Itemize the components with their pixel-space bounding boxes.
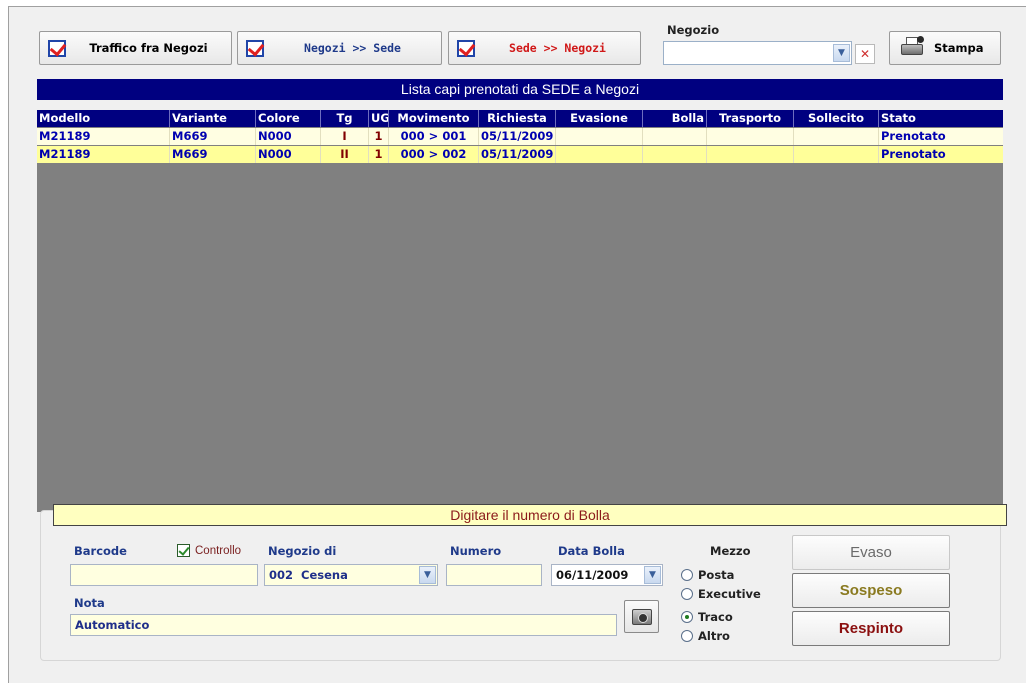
cell-ug: 1	[369, 128, 389, 145]
cell-colore: N000	[256, 128, 321, 145]
radio-icon	[681, 569, 693, 581]
cell-colore: N000	[256, 146, 321, 163]
data-bolla-value: 06/11/2009	[556, 568, 629, 582]
chevron-down-icon[interactable]: ▼	[833, 44, 850, 62]
cell-tg: II	[321, 146, 369, 163]
column-header-trasporto[interactable]: Trasporto	[707, 110, 794, 127]
cell-richiesta: 05/11/2009	[479, 128, 556, 145]
data-bolla-label: Data Bolla	[558, 544, 625, 558]
cell-movimento: 000 > 002	[389, 146, 479, 163]
list-title: Lista capi prenotati da SEDE a Negozi	[37, 79, 1003, 100]
radio-selected-icon	[681, 611, 693, 623]
column-header-movimento[interactable]: Movimento	[389, 110, 479, 127]
grid-header: Modello Variante Colore Tg UG Movimento …	[37, 110, 1003, 127]
print-button[interactable]: Stampa	[889, 31, 1001, 65]
table-row[interactable]: M21189 M669 N000 II 1 000 > 002 05/11/20…	[37, 146, 1003, 163]
barcode-input[interactable]	[70, 564, 258, 586]
store-filter-select[interactable]: ▼	[663, 41, 852, 65]
numero-label: Numero	[450, 544, 502, 558]
store-filter-label: Negozio	[667, 23, 720, 37]
cell-modello: M21189	[37, 146, 170, 163]
mezzo-radio-altro[interactable]: Altro	[681, 629, 730, 643]
stores-to-hq-label: Negozi >> Sede	[304, 41, 401, 55]
column-header-variante[interactable]: Variante	[170, 110, 256, 127]
column-header-ug[interactable]: UG	[369, 110, 389, 127]
cell-sollecito	[794, 146, 879, 163]
cell-stato: Prenotato	[881, 129, 946, 143]
mezzo-option-label: Altro	[698, 629, 730, 643]
close-icon: ✕	[859, 47, 871, 61]
controllo-checkbox[interactable]: Controllo	[177, 544, 241, 557]
traffic-between-stores-button[interactable]: Traffico fra Negozi	[39, 31, 232, 65]
barcode-label: Barcode	[74, 544, 127, 558]
mezzo-label: Mezzo	[710, 544, 751, 558]
negozio-di-select[interactable]: 002 Cesena ▼	[264, 564, 438, 586]
checkbox-checked-icon	[177, 544, 190, 557]
chevron-down-icon[interactable]: ▼	[644, 566, 661, 584]
cell-movimento: 000 > 001	[389, 128, 479, 145]
radio-icon	[681, 630, 693, 642]
check-icon	[246, 39, 264, 57]
cell-bolla	[643, 128, 707, 145]
camera-button[interactable]	[624, 600, 659, 633]
column-header-richiesta[interactable]: Richiesta	[479, 110, 556, 127]
mezzo-radio-traco[interactable]: Traco	[681, 610, 733, 624]
cell-trasporto	[707, 128, 794, 145]
cell-variante: M669	[170, 128, 256, 145]
camera-icon	[631, 608, 652, 625]
data-bolla-picker[interactable]: 06/11/2009 ▼	[551, 564, 663, 586]
cell-modello: M21189	[37, 128, 170, 145]
cell-evasione	[556, 146, 643, 163]
cell-tg: I	[321, 128, 369, 145]
cell-sollecito	[794, 128, 879, 145]
reservations-grid[interactable]: Modello Variante Colore Tg UG Movimento …	[37, 110, 1003, 512]
cell-richiesta: 05/11/2009	[479, 146, 556, 163]
column-header-sollecito[interactable]: Sollecito	[794, 110, 879, 127]
check-icon	[48, 39, 66, 57]
print-label: Stampa	[934, 41, 984, 55]
mezzo-radio-posta[interactable]: Posta	[681, 568, 734, 582]
printer-icon	[900, 36, 924, 59]
cell-ug: 1	[369, 146, 389, 163]
bolla-prompt: Digitare il numero di Bolla	[53, 504, 1007, 526]
chevron-down-icon[interactable]: ▼	[419, 566, 436, 584]
nota-input[interactable]: Automatico	[70, 614, 617, 636]
cell-bolla	[643, 146, 707, 163]
cell-evasione	[556, 128, 643, 145]
sospeso-button[interactable]: Sospeso	[792, 573, 950, 608]
column-header-evasione[interactable]: Evasione	[556, 110, 643, 127]
clear-store-filter-button[interactable]: ✕	[855, 44, 875, 64]
check-icon	[457, 39, 475, 57]
mezzo-radio-executive[interactable]: Executive	[681, 587, 761, 601]
numero-input[interactable]	[446, 564, 542, 586]
column-header-colore[interactable]: Colore	[256, 110, 321, 127]
stores-to-hq-button[interactable]: Negozi >> Sede	[237, 31, 442, 65]
cell-variante: M669	[170, 146, 256, 163]
nota-label: Nota	[74, 596, 105, 610]
column-header-bolla[interactable]: Bolla	[643, 110, 707, 127]
respinto-button[interactable]: Respinto	[792, 611, 950, 646]
hq-to-stores-button[interactable]: Sede >> Negozi	[448, 31, 641, 65]
mezzo-option-label: Executive	[698, 587, 761, 601]
column-header-stato[interactable]: Stato	[879, 110, 993, 127]
cell-stato: Prenotato	[881, 147, 946, 161]
column-header-tg[interactable]: Tg	[321, 110, 369, 127]
cell-trasporto	[707, 146, 794, 163]
column-header-modello[interactable]: Modello	[37, 110, 170, 127]
traffic-between-stores-label: Traffico fra Negozi	[89, 41, 208, 55]
table-row[interactable]: M21189 M669 N000 I 1 000 > 001 05/11/200…	[37, 128, 1003, 145]
negozio-di-value: 002 Cesena	[269, 568, 348, 582]
mezzo-option-label: Posta	[698, 568, 735, 582]
negozio-di-label: Negozio di	[268, 544, 337, 558]
controllo-label: Controllo	[195, 544, 242, 557]
hq-to-stores-label: Sede >> Negozi	[509, 41, 606, 55]
radio-icon	[681, 588, 693, 600]
evaso-button[interactable]: Evaso	[792, 535, 950, 570]
mezzo-option-label: Traco	[698, 610, 733, 624]
